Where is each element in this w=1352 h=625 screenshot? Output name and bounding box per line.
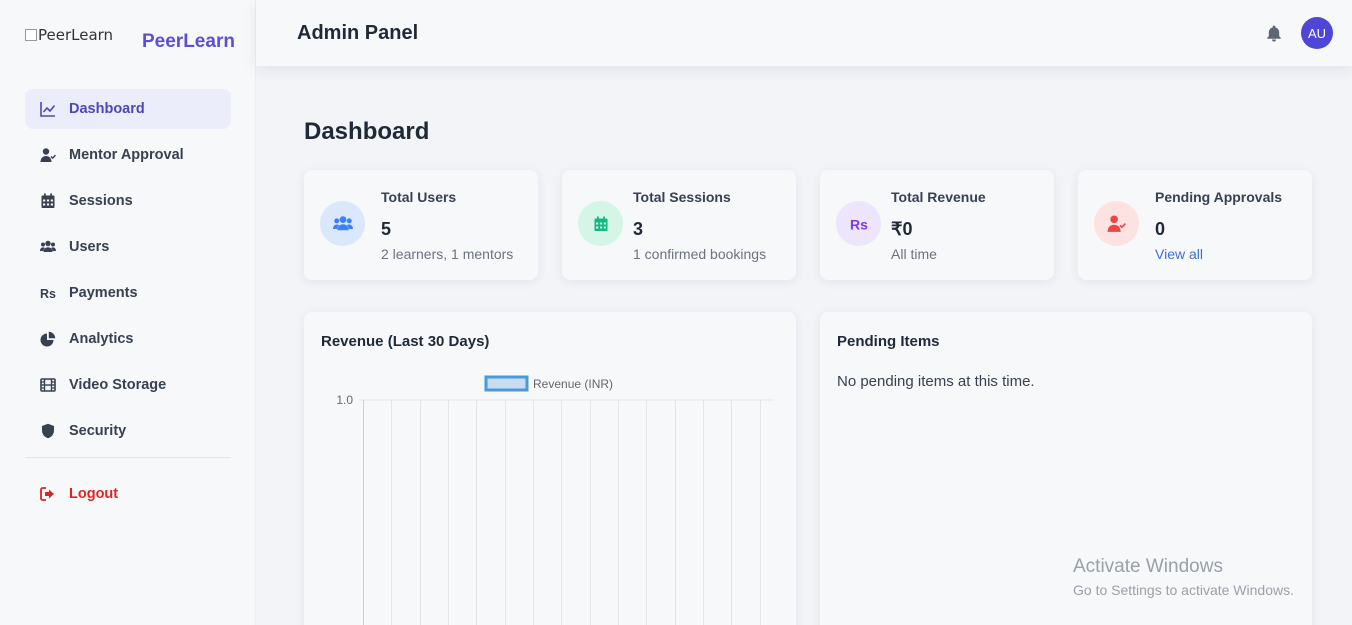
- stat-subtext: All time: [891, 246, 937, 262]
- sidebar-item-analytics[interactable]: Analytics: [25, 319, 231, 359]
- bell-icon[interactable]: [1265, 24, 1283, 42]
- stat-label: Pending Approvals: [1155, 189, 1283, 205]
- sidebar-item-sessions[interactable]: Sessions: [25, 181, 231, 221]
- shield-icon: [40, 423, 56, 439]
- users-icon: [40, 239, 56, 255]
- page-title: Dashboard: [304, 118, 430, 145]
- revenue-panel-title: Revenue (Last 30 Days): [321, 333, 490, 350]
- chart-line-icon: [40, 101, 56, 117]
- stat-label: Total Users: [381, 189, 457, 205]
- sidebar-item-users[interactable]: Users: [25, 227, 231, 267]
- film-icon: [40, 377, 56, 393]
- pending-panel-title: Pending Items: [837, 333, 940, 350]
- header-title: Admin Panel: [297, 22, 419, 44]
- legend-label: Revenue (INR): [533, 377, 613, 391]
- brand[interactable]: PeerLearn PeerLearn: [25, 26, 235, 60]
- stat-label: Total Sessions: [633, 189, 731, 205]
- sidebar-item-security[interactable]: Security: [25, 411, 231, 451]
- brand-logo-image: PeerLearn: [25, 26, 113, 44]
- stat-subtext: 1 confirmed bookings: [633, 246, 767, 262]
- sidebar-item-dashboard[interactable]: Dashboard: [25, 89, 231, 129]
- stat-value: 3: [633, 219, 644, 239]
- sidebar: PeerLearn PeerLearn Dashboard Mentor App…: [0, 0, 256, 625]
- user-check-icon: [1094, 201, 1139, 246]
- stat-label: Total Revenue: [891, 189, 986, 205]
- svg-text:Rs: Rs: [40, 287, 56, 301]
- logout-button[interactable]: Logout: [25, 474, 231, 514]
- sidebar-item-video-storage[interactable]: Video Storage: [25, 365, 231, 405]
- sidebar-nav: Dashboard Mentor Approval Sessions Users…: [25, 89, 231, 457]
- watermark-title: Activate Windows: [1073, 556, 1223, 577]
- sidebar-item-mentor-approval[interactable]: Mentor Approval: [25, 135, 231, 175]
- calendar-icon: [40, 193, 56, 209]
- pie-chart-icon: [40, 331, 56, 347]
- user-avatar[interactable]: AU: [1301, 17, 1333, 49]
- rupee-icon: Rs: [836, 201, 881, 246]
- sidebar-item-payments[interactable]: Rs Payments: [25, 273, 231, 313]
- pending-empty-text: No pending items at this time.: [837, 373, 1035, 390]
- watermark-subtitle: Go to Settings to activate Windows.: [1073, 582, 1294, 598]
- view-all-link[interactable]: View all: [1155, 246, 1203, 262]
- rupee-icon: Rs: [40, 285, 56, 301]
- revenue-panel: Revenue (Last 30 Days) Revenue (INR) 1.0: [304, 312, 796, 625]
- sidebar-item-label: Payments: [69, 285, 138, 301]
- sidebar-item-label: Mentor Approval: [69, 147, 184, 163]
- revenue-chart: Revenue (INR) 1.0: [336, 375, 774, 625]
- sidebar-item-label: Video Storage: [69, 377, 167, 393]
- stat-card-total-sessions: Total Sessions 3 1 confirmed bookings: [562, 170, 796, 280]
- stat-card-total-users: Total Users 5 2 learners, 1 mentors: [304, 170, 538, 280]
- legend-swatch: [484, 375, 529, 392]
- y-tick-label: 1.0: [336, 393, 353, 407]
- logout-label: Logout: [69, 486, 119, 502]
- user-check-icon: [40, 147, 56, 163]
- sidebar-item-label: Dashboard: [69, 101, 145, 117]
- sidebar-item-label: Analytics: [69, 331, 134, 347]
- svg-text:Rs: Rs: [850, 216, 868, 232]
- logout-section: Logout: [25, 474, 231, 520]
- sidebar-item-label: Sessions: [69, 193, 133, 209]
- stat-subtext: 2 learners, 1 mentors: [381, 246, 514, 262]
- stat-value: 0: [1155, 219, 1166, 239]
- calendar-icon: [578, 201, 623, 246]
- windows-activation-watermark: Activate Windows Go to Settings to activ…: [1073, 556, 1294, 598]
- sidebar-item-label: Users: [69, 239, 110, 255]
- users-icon: [320, 201, 365, 246]
- stat-card-pending-approvals: Pending Approvals 0 View all: [1078, 170, 1312, 280]
- top-header: Admin Panel AU: [256, 0, 1352, 66]
- sign-out-icon: [40, 486, 56, 502]
- sidebar-divider: [25, 457, 231, 458]
- brand-name: PeerLearn: [142, 31, 235, 52]
- stat-value: ₹0: [891, 219, 913, 239]
- sidebar-item-label: Security: [69, 423, 127, 439]
- stat-value: 5: [381, 219, 392, 239]
- stat-card-total-revenue: Rs Total Revenue ₹0 All time: [820, 170, 1054, 280]
